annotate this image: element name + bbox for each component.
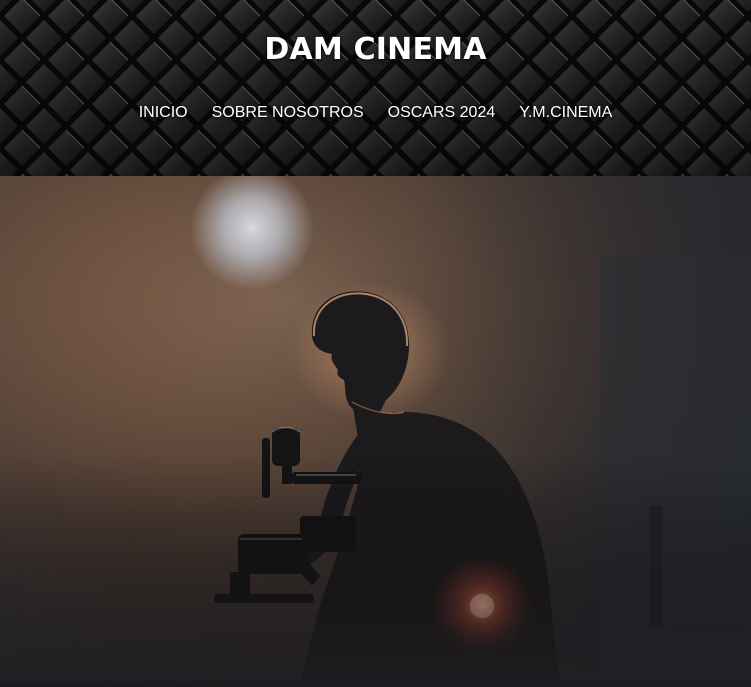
diamond-pattern-background xyxy=(0,0,751,176)
nav-item-sobre-nosotros[interactable]: SOBRE NOSOTROS xyxy=(212,102,364,124)
page-bottom-edge xyxy=(0,681,751,687)
site-title[interactable]: DAM CINEMA xyxy=(0,32,751,67)
nav-item-inicio[interactable]: INICIO xyxy=(139,102,188,124)
cameraman-silhouette-illustration xyxy=(0,176,751,681)
nav-item-oscars-2024[interactable]: OSCARS 2024 xyxy=(388,102,496,124)
main-navigation: INICIO SOBRE NOSOTROS OSCARS 2024 Y.M.CI… xyxy=(0,102,751,124)
site-header: DAM CINEMA INICIO SOBRE NOSOTROS OSCARS … xyxy=(0,0,751,176)
nav-item-ym-cinema[interactable]: Y.M.CINEMA xyxy=(519,102,612,124)
hero-image xyxy=(0,176,751,681)
